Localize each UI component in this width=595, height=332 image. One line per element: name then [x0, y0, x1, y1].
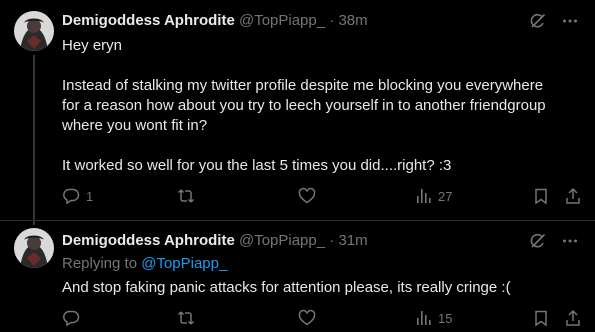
- reply-button[interactable]: [62, 309, 86, 327]
- tweet-text-paragraph: It worked so well for you the last 5 tim…: [62, 157, 452, 174]
- bookmark-button[interactable]: [532, 187, 550, 205]
- tweet-top-actions: [529, 12, 579, 30]
- separator: ·: [329, 12, 335, 29]
- views-button[interactable]: 27: [414, 187, 452, 205]
- share-button[interactable]: [564, 187, 582, 205]
- timestamp[interactable]: 31m: [338, 232, 367, 249]
- separator: ·: [329, 232, 335, 249]
- share-button[interactable]: [564, 309, 582, 327]
- retweet-icon: [177, 189, 195, 203]
- more-icon[interactable]: [561, 232, 579, 250]
- handle[interactable]: @TopPiapp_: [239, 232, 325, 249]
- like-button[interactable]: [298, 187, 322, 205]
- replying-to-label: Replying to: [62, 255, 138, 272]
- views-icon: [417, 189, 431, 203]
- tweet-text-line: Hey eryn: [62, 37, 123, 54]
- like-button[interactable]: [298, 309, 322, 327]
- timestamp[interactable]: 38m: [338, 12, 367, 29]
- grok-icon[interactable]: [529, 232, 547, 250]
- reply-icon: [63, 188, 80, 205]
- reply-icon: [63, 310, 80, 327]
- bookmark-button[interactable]: [532, 309, 550, 327]
- avatar[interactable]: [14, 11, 54, 51]
- reply-button[interactable]: 1: [62, 187, 93, 205]
- bookmark-icon: [535, 188, 547, 205]
- tweet-top-actions: [529, 232, 579, 250]
- tweet-header: Demigoddess Aphrodite @TopPiapp_ · 38m: [62, 11, 368, 31]
- views-icon: [417, 311, 431, 325]
- views-count: 27: [438, 188, 453, 204]
- avatar[interactable]: [14, 228, 54, 268]
- retweet-icon: [177, 311, 195, 325]
- tweet-actions: 15: [62, 309, 584, 329]
- views-button[interactable]: 15: [414, 309, 452, 327]
- tweet-header: Demigoddess Aphrodite @TopPiapp_ · 31m: [62, 231, 368, 251]
- display-name[interactable]: Demigoddess Aphrodite: [62, 232, 235, 249]
- like-icon: [298, 187, 316, 204]
- thread-line: [33, 55, 35, 225]
- retweet-button[interactable]: [177, 309, 201, 327]
- tweet[interactable]: Demigoddess Aphrodite @TopPiapp_ · 38m H…: [0, 0, 595, 225]
- grok-icon[interactable]: [529, 12, 547, 30]
- tweet-text: And stop faking panic attacks for attent…: [62, 279, 511, 296]
- replying-to: Replying to @TopPiapp_: [62, 254, 227, 274]
- share-icon: [566, 187, 580, 204]
- bookmark-icon: [535, 310, 547, 327]
- reply-count: 1: [86, 188, 94, 204]
- like-icon: [298, 309, 316, 326]
- display-name[interactable]: Demigoddess Aphrodite: [62, 12, 235, 29]
- tweet-actions: 1 27: [62, 187, 584, 207]
- tweet-text-paragraph: Instead of stalking my twitter profile d…: [62, 77, 546, 134]
- more-icon[interactable]: [561, 12, 579, 30]
- views-count: 15: [438, 310, 453, 326]
- retweet-button[interactable]: [177, 187, 201, 205]
- tweet[interactable]: Demigoddess Aphrodite @TopPiapp_ · 31m R…: [0, 220, 595, 332]
- handle[interactable]: @TopPiapp_: [239, 12, 325, 29]
- replying-to-handle[interactable]: @TopPiapp_: [141, 255, 227, 272]
- share-icon: [566, 309, 580, 326]
